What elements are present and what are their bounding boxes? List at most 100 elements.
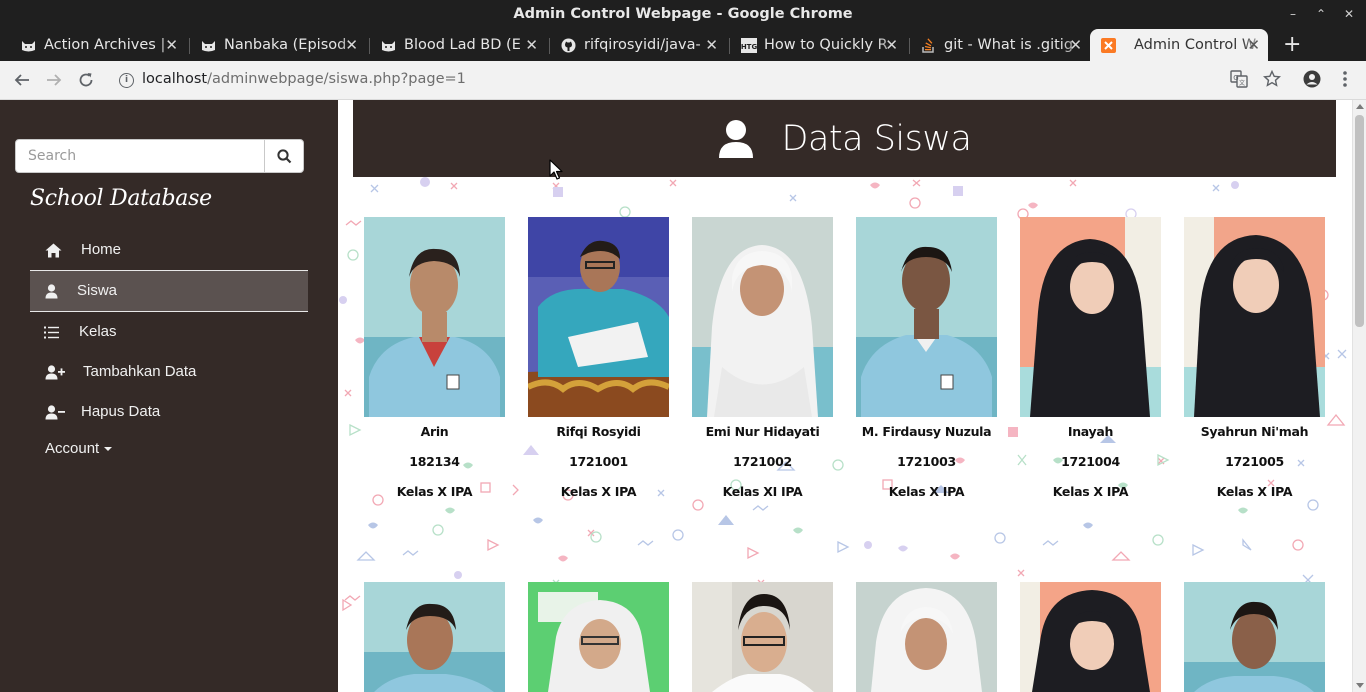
- search-icon: [276, 148, 291, 163]
- url-text: localhost/adminwebpage/siswa.php?page=1: [142, 71, 466, 87]
- tab-github[interactable]: rifqirosyidi/java- ✕: [540, 29, 726, 61]
- student-photo: [528, 217, 669, 417]
- student-card[interactable]: Arin 182134 Kelas X IPA: [364, 217, 505, 507]
- sidebar-item-hapus-data[interactable]: Hapus Data: [30, 392, 308, 432]
- tab-howtogeek[interactable]: HTG How to Quickly R ✕: [720, 29, 906, 61]
- student-name: Arin: [420, 424, 449, 439]
- home-icon: [44, 230, 62, 270]
- close-tab-icon[interactable]: ✕: [705, 29, 718, 61]
- tab-stackoverflow[interactable]: git - What is .gitig ✕: [900, 29, 1090, 61]
- student-card[interactable]: [1020, 582, 1161, 692]
- student-card[interactable]: Syahrun Ni'mah 1721005 Kelas X IPA: [1184, 217, 1325, 507]
- cat-icon: [21, 38, 36, 53]
- student-photo: [1020, 582, 1161, 692]
- close-window-icon[interactable]: ✕: [1344, 0, 1354, 28]
- student-card[interactable]: Emi Nur Hidayati 1721002 Kelas XI IPA: [692, 217, 833, 507]
- forward-button[interactable]: [41, 67, 67, 93]
- scroll-down-icon[interactable]: [1356, 683, 1364, 688]
- student-card[interactable]: [856, 582, 997, 692]
- page-header: Data Siswa: [353, 100, 1336, 177]
- student-class: Kelas X IPA: [888, 484, 965, 499]
- student-name: M. Firdausy Nuzula: [861, 424, 992, 439]
- student-name: Syahrun Ni'mah: [1200, 424, 1309, 439]
- user-minus-icon: [44, 392, 66, 432]
- student-photo: [364, 582, 505, 692]
- menu-dots-icon[interactable]: [1335, 70, 1355, 90]
- close-tab-icon[interactable]: ✕: [525, 29, 538, 61]
- svg-text:文: 文: [1239, 79, 1245, 87]
- user-icon: [42, 271, 60, 311]
- student-photo: [1184, 582, 1325, 692]
- student-card[interactable]: M. Firdausy Nuzula 1721003 Kelas X IPA: [856, 217, 997, 507]
- svg-text:G: G: [1233, 74, 1238, 82]
- close-tab-icon[interactable]: ✕: [1069, 29, 1082, 61]
- htg-icon: HTG: [741, 38, 757, 53]
- search-input[interactable]: [15, 139, 265, 173]
- student-photo: [1020, 217, 1161, 417]
- search-box: [15, 139, 304, 173]
- list-icon: [42, 312, 60, 352]
- close-tab-icon[interactable]: ✕: [1247, 29, 1260, 61]
- student-photo: [1184, 217, 1325, 417]
- restore-icon[interactable]: ⌃: [1316, 0, 1326, 28]
- stackoverflow-icon: [921, 38, 936, 53]
- student-card[interactable]: [364, 582, 505, 692]
- window-titlebar: Admin Control Webpage - Google Chrome – …: [0, 0, 1366, 28]
- student-nis: 1721003: [897, 454, 956, 469]
- translate-icon[interactable]: G文: [1229, 70, 1249, 90]
- minimize-icon[interactable]: –: [1288, 0, 1298, 28]
- close-tab-icon[interactable]: ✕: [345, 29, 358, 61]
- student-nis: 1721005: [1225, 454, 1284, 469]
- page-scrollbar[interactable]: [1352, 100, 1366, 692]
- student-photo: [856, 582, 997, 692]
- sidebar-item-home[interactable]: Home: [30, 230, 308, 270]
- back-button[interactable]: [9, 67, 35, 93]
- browser-toolbar: i localhost/adminwebpage/siswa.php?page=…: [0, 61, 1366, 100]
- student-name: Rifqi Rosyidi: [556, 424, 641, 439]
- tab-nanbaka[interactable]: Nanbaka (Episod ✕: [180, 29, 366, 61]
- new-tab-button[interactable]: +: [1283, 28, 1301, 61]
- close-tab-icon[interactable]: ✕: [165, 29, 178, 61]
- cat-icon: [381, 38, 396, 53]
- mouse-cursor-icon: [549, 159, 563, 180]
- student-nis: 1721001: [569, 454, 628, 469]
- student-card[interactable]: Inayah 1721004 Kelas X IPA: [1020, 217, 1161, 507]
- profile-icon[interactable]: [1302, 70, 1322, 90]
- user-plus-icon: [44, 352, 66, 392]
- brand-logo[interactable]: School Database: [30, 186, 212, 211]
- sidebar-item-tambahkan-data[interactable]: Tambahkan Data: [30, 352, 308, 392]
- student-nis: 1721002: [733, 454, 792, 469]
- search-button[interactable]: [264, 139, 304, 173]
- student-name: Emi Nur Hidayati: [705, 424, 820, 439]
- info-icon[interactable]: i: [119, 73, 134, 88]
- account-dropdown[interactable]: Account: [45, 440, 113, 457]
- student-card[interactable]: Rifqi Rosyidi 1721001 Kelas X IPA: [528, 217, 669, 507]
- sidebar: School Database Home Siswa Kelas Tambahk…: [0, 100, 338, 692]
- window-title: Admin Control Webpage - Google Chrome: [513, 6, 853, 22]
- student-photo: [692, 217, 833, 417]
- student-class: Kelas XI IPA: [722, 484, 803, 499]
- student-card[interactable]: [692, 582, 833, 692]
- student-card[interactable]: [1184, 582, 1325, 692]
- close-tab-icon[interactable]: ✕: [885, 29, 898, 61]
- bookmark-star-icon[interactable]: [1262, 69, 1282, 90]
- sidebar-item-kelas[interactable]: Kelas: [30, 312, 308, 352]
- scroll-up-icon[interactable]: [1356, 104, 1364, 109]
- xampp-icon: [1101, 38, 1116, 53]
- student-class: Kelas X IPA: [560, 484, 637, 499]
- address-bar[interactable]: i localhost/adminwebpage/siswa.php?page=…: [109, 66, 1289, 95]
- reload-button[interactable]: [73, 67, 99, 93]
- student-class: Kelas X IPA: [1052, 484, 1129, 499]
- caret-down-icon: [104, 447, 113, 452]
- student-nis: 182134: [409, 454, 460, 469]
- scroll-thumb[interactable]: [1355, 115, 1364, 327]
- student-card[interactable]: [528, 582, 669, 692]
- tab-admin-control[interactable]: Admin Control W ✕: [1090, 29, 1268, 61]
- tab-blood-lad[interactable]: Blood Lad BD (E ✕: [360, 29, 546, 61]
- student-photo: [364, 217, 505, 417]
- tab-action-archives[interactable]: Action Archives | ✕: [0, 29, 186, 61]
- student-class: Kelas X IPA: [396, 484, 473, 499]
- sidebar-item-siswa[interactable]: Siswa: [30, 270, 308, 312]
- student-name: Inayah: [1067, 424, 1114, 439]
- student-photo: [528, 582, 669, 692]
